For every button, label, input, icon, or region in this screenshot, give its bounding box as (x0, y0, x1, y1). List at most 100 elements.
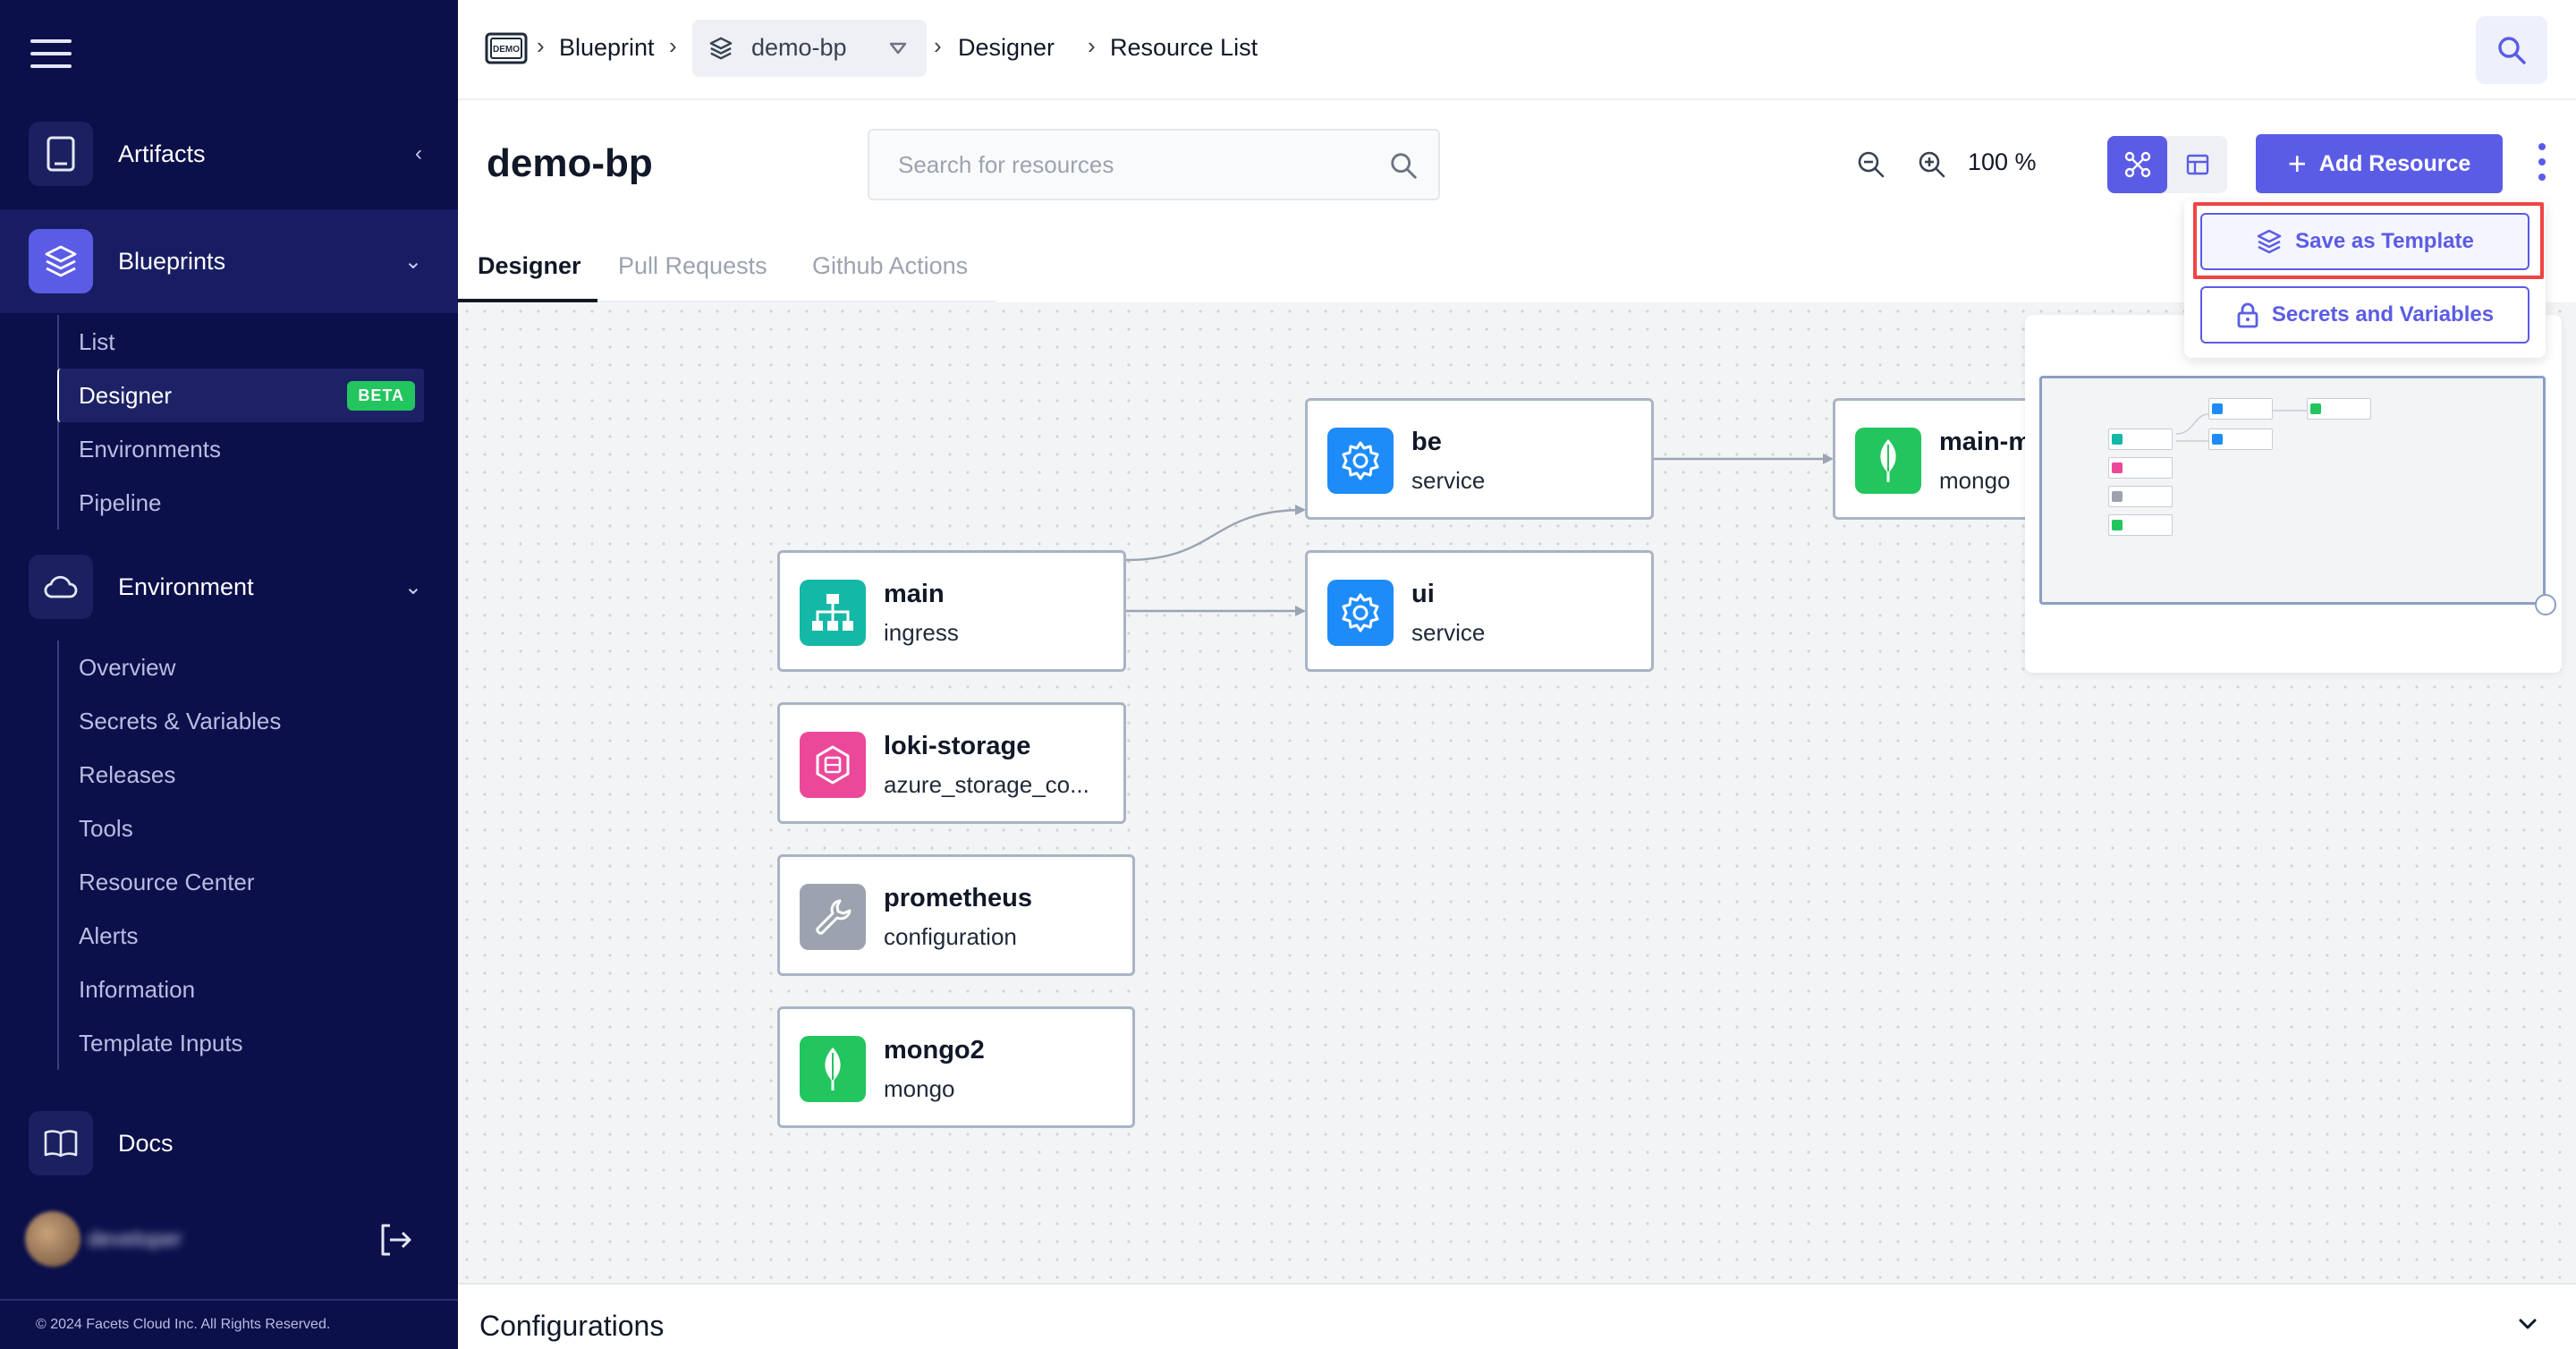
beta-badge: BETA (347, 380, 415, 411)
cloud-icon (29, 555, 93, 619)
sidebar-item-alerts[interactable]: Alerts (59, 909, 424, 963)
add-resource-label: Add Resource (2318, 150, 2471, 176)
minimap-node (2108, 514, 2173, 536)
minimap[interactable] (2025, 315, 2562, 673)
search-icon[interactable] (1388, 150, 1419, 181)
minimap-node (2108, 428, 2173, 450)
logout-icon[interactable] (376, 1220, 415, 1260)
secrets-and-variables-button[interactable]: Secrets and Variables (2200, 286, 2529, 344)
top-bar: DEMO › Blueprint › demo-bp › Designer › … (458, 0, 2576, 100)
user-name: developer (88, 1227, 182, 1251)
table-icon (2186, 154, 2208, 175)
sitemap-icon (800, 580, 866, 646)
sidebar-item-tools[interactable]: Tools (59, 802, 424, 855)
resource-node-loki-storage[interactable]: loki-storage azure_storage_co... (777, 702, 1126, 824)
user-profile[interactable]: developer (16, 1204, 442, 1276)
demo-logo-icon[interactable]: DEMO (485, 32, 528, 64)
sidebar-item-information[interactable]: Information (59, 963, 424, 1016)
chevron-down-icon[interactable] (2515, 1311, 2540, 1336)
minimap-node (2208, 428, 2273, 450)
sidebar-item-artifacts[interactable]: Artifacts ‹ (0, 102, 458, 206)
mongo-leaf-icon (1855, 428, 1921, 494)
sidebar-item-docs[interactable]: Docs (0, 1091, 458, 1195)
minimap-node (2208, 398, 2273, 420)
node-type: azure_storage_co... (884, 771, 1089, 798)
minimap-viewport[interactable] (2039, 376, 2546, 605)
chevron-down-icon: ⌄ (403, 249, 422, 274)
node-type: service (1411, 619, 1486, 646)
sidebar-item-environment[interactable]: Environment ⌄ (0, 535, 458, 639)
sidebar-item-environments[interactable]: Environments (59, 422, 424, 476)
caret-down-icon (889, 42, 907, 55)
add-resource-button[interactable]: + Add Resource (2256, 134, 2503, 193)
page-title: demo-bp (487, 141, 653, 185)
zoom-level: 100 % (1968, 148, 2037, 175)
blueprint-selector-value: demo-bp (751, 34, 847, 61)
node-name: prometheus (884, 884, 1032, 912)
sidebar-item-blueprints[interactable]: Blueprints ⌄ (0, 209, 458, 313)
breadcrumb-separator: › (934, 32, 942, 59)
breadcrumb-separator: › (1088, 32, 1096, 59)
chevron-down-icon: ⌄ (403, 574, 422, 599)
minimap-resize-handle[interactable] (2535, 594, 2556, 615)
node-type: ingress (884, 619, 959, 646)
sidebar-item-resource-center[interactable]: Resource Center (59, 855, 424, 909)
breadcrumb-blueprint[interactable]: Blueprint (559, 34, 655, 62)
configurations-panel[interactable]: Configurations (458, 1283, 2576, 1349)
minimap-node (2108, 457, 2173, 479)
node-name: be (1411, 428, 1442, 456)
resource-node-ui[interactable]: ui service (1305, 550, 1654, 672)
sidebar-item-list[interactable]: List (59, 315, 424, 369)
secrets-and-variables-label: Secrets and Variables (2271, 302, 2495, 327)
resource-node-be[interactable]: be service (1305, 398, 1654, 520)
tab-pull-requests[interactable]: Pull Requests (618, 252, 767, 280)
graph-view-button[interactable] (2107, 136, 2167, 193)
gear-icon (1327, 428, 1394, 494)
sidebar-item-secrets-variables[interactable]: Secrets & Variables (59, 694, 424, 748)
sidebar: Artifacts ‹ Blueprints ⌄ List Designer B… (0, 0, 458, 1349)
global-search-button[interactable] (2476, 16, 2547, 84)
minimap-node (2108, 486, 2173, 507)
hamburger-menu-icon[interactable] (30, 39, 72, 68)
resource-node-prometheus[interactable]: prometheus configuration (777, 854, 1135, 976)
wrench-icon (800, 884, 866, 950)
breadcrumb-separator: › (669, 32, 677, 59)
breadcrumb-designer[interactable]: Designer (958, 34, 1055, 62)
resource-search-input[interactable] (869, 131, 1438, 199)
more-options-icon[interactable] (2533, 143, 2551, 184)
resource-node-main[interactable]: main ingress (777, 550, 1126, 672)
chevron-left-icon: ‹ (415, 141, 422, 165)
search-icon (2498, 37, 2526, 64)
sidebar-item-label: Docs (118, 1129, 174, 1157)
demo-logo-text: DEMO (493, 45, 520, 55)
zoom-in-icon[interactable] (1916, 148, 1948, 181)
gear-icon (1327, 580, 1394, 646)
breadcrumb-resource-list[interactable]: Resource List (1110, 34, 1258, 62)
table-view-button[interactable] (2167, 136, 2227, 193)
node-name: mongo2 (884, 1036, 985, 1065)
zoom-out-icon[interactable] (1855, 148, 1887, 181)
sidebar-item-releases[interactable]: Releases (59, 748, 424, 802)
mongo-leaf-icon (800, 1036, 866, 1102)
node-name: ui (1411, 580, 1435, 608)
node-name: main-m (1939, 428, 2032, 456)
node-name: main (884, 580, 945, 608)
tablet-icon (29, 122, 93, 186)
tab-github-actions[interactable]: Github Actions (812, 252, 968, 280)
blueprint-selector[interactable]: demo-bp (692, 20, 927, 77)
sidebar-item-template-inputs[interactable]: Template Inputs (59, 1016, 424, 1070)
breadcrumb-separator: › (537, 32, 545, 59)
environment-submenu: Overview Secrets & Variables Releases To… (57, 641, 424, 1070)
sidebar-item-designer[interactable]: Designer BETA (57, 369, 424, 422)
storage-icon (800, 732, 866, 798)
node-type: mongo (1939, 467, 2011, 494)
book-icon (29, 1111, 93, 1175)
sidebar-item-pipeline[interactable]: Pipeline (59, 476, 424, 530)
node-type: configuration (884, 923, 1017, 950)
sidebar-item-overview[interactable]: Overview (59, 641, 424, 694)
layers-icon (29, 229, 93, 293)
resource-node-mongo2[interactable]: mongo2 mongo (777, 1006, 1135, 1128)
sidebar-item-label: Blueprints (118, 247, 226, 275)
tab-designer[interactable]: Designer (478, 252, 581, 280)
plus-icon: + (2287, 145, 2307, 182)
